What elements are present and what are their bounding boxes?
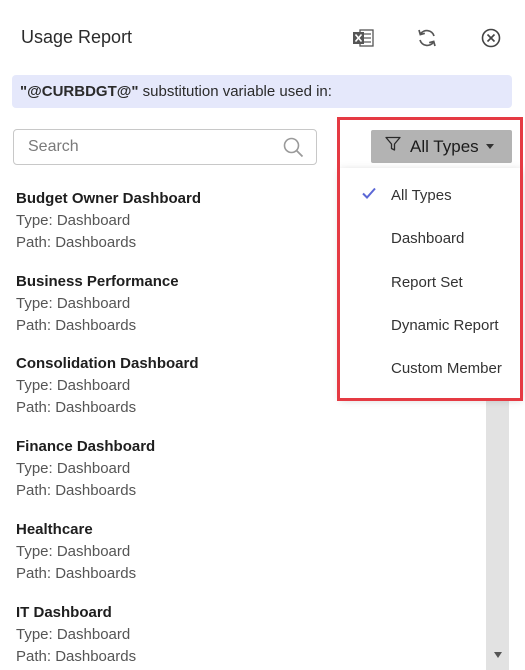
caret-down-icon: [485, 144, 494, 149]
search-icon[interactable]: [283, 137, 304, 163]
substitution-variable-name: "@CURBDGT@": [20, 83, 139, 100]
refresh-icon[interactable]: [415, 26, 439, 50]
menu-item-label: Report Set: [391, 273, 463, 291]
checkmark-icon: [361, 185, 377, 205]
item-name: Budget Owner Dashboard: [16, 190, 202, 207]
item-type: Type: Dashboard: [16, 377, 131, 394]
item-name: Healthcare: [16, 521, 93, 538]
list-item[interactable]: Budget Owner Dashboard Type: Dashboard P…: [16, 188, 201, 254]
list-item[interactable]: Consolidation Dashboard Type: Dashboard …: [16, 353, 199, 419]
menu-item-report-set[interactable]: Report Set: [340, 264, 522, 300]
excel-export-icon[interactable]: [351, 26, 375, 50]
type-filter-button[interactable]: All Types: [371, 130, 512, 163]
menu-item-dashboard[interactable]: Dashboard: [340, 220, 522, 256]
menu-item-dynamic-report[interactable]: Dynamic Report: [340, 307, 522, 343]
search-input[interactable]: [28, 130, 278, 164]
list-item[interactable]: Finance Dashboard Type: Dashboard Path: …: [16, 436, 155, 502]
type-filter-label: All Types: [410, 136, 479, 156]
item-name: IT Dashboard: [16, 604, 112, 621]
menu-item-label: Dashboard: [391, 229, 465, 247]
type-filter-menu: All Types Dashboard Report Set Dynamic R…: [340, 168, 522, 398]
item-type: Type: Dashboard: [16, 626, 131, 643]
list-item[interactable]: IT Dashboard Type: Dashboard Path: Dashb…: [16, 602, 136, 668]
menu-item-all-types[interactable]: All Types: [340, 177, 522, 213]
item-path: Path: Dashboards: [16, 648, 137, 665]
item-path: Path: Dashboards: [16, 317, 137, 334]
item-type: Type: Dashboard: [16, 295, 131, 312]
banner-text: substitution variable used in:: [138, 83, 332, 100]
menu-item-label: All Types: [391, 186, 452, 204]
panel-title: Usage Report: [21, 27, 133, 47]
list-item[interactable]: Business Performance Type: Dashboard Pat…: [16, 271, 179, 337]
item-path: Path: Dashboards: [16, 482, 137, 499]
item-path: Path: Dashboards: [16, 234, 137, 251]
search-box[interactable]: [13, 129, 317, 165]
item-path: Path: Dashboards: [16, 565, 137, 582]
item-type: Type: Dashboard: [16, 543, 131, 560]
menu-item-custom-member[interactable]: Custom Member: [340, 350, 522, 386]
item-type: Type: Dashboard: [16, 212, 131, 229]
filter-icon: [385, 136, 401, 157]
scroll-down-icon[interactable]: [494, 652, 502, 658]
menu-item-label: Dynamic Report: [391, 316, 499, 334]
item-name: Finance Dashboard: [16, 438, 156, 455]
item-name: Consolidation Dashboard: [16, 355, 199, 372]
item-name: Business Performance: [16, 273, 179, 290]
usage-report-panel: Usage Report "@CURBDGT@" substitution va…: [0, 0, 525, 670]
item-type: Type: Dashboard: [16, 460, 131, 477]
menu-item-label: Custom Member: [391, 359, 502, 377]
usage-banner: "@CURBDGT@" substitution variable used i…: [12, 75, 512, 108]
list-item[interactable]: Healthcare Type: Dashboard Path: Dashboa…: [16, 519, 136, 585]
item-path: Path: Dashboards: [16, 399, 137, 416]
close-icon[interactable]: [479, 26, 503, 50]
